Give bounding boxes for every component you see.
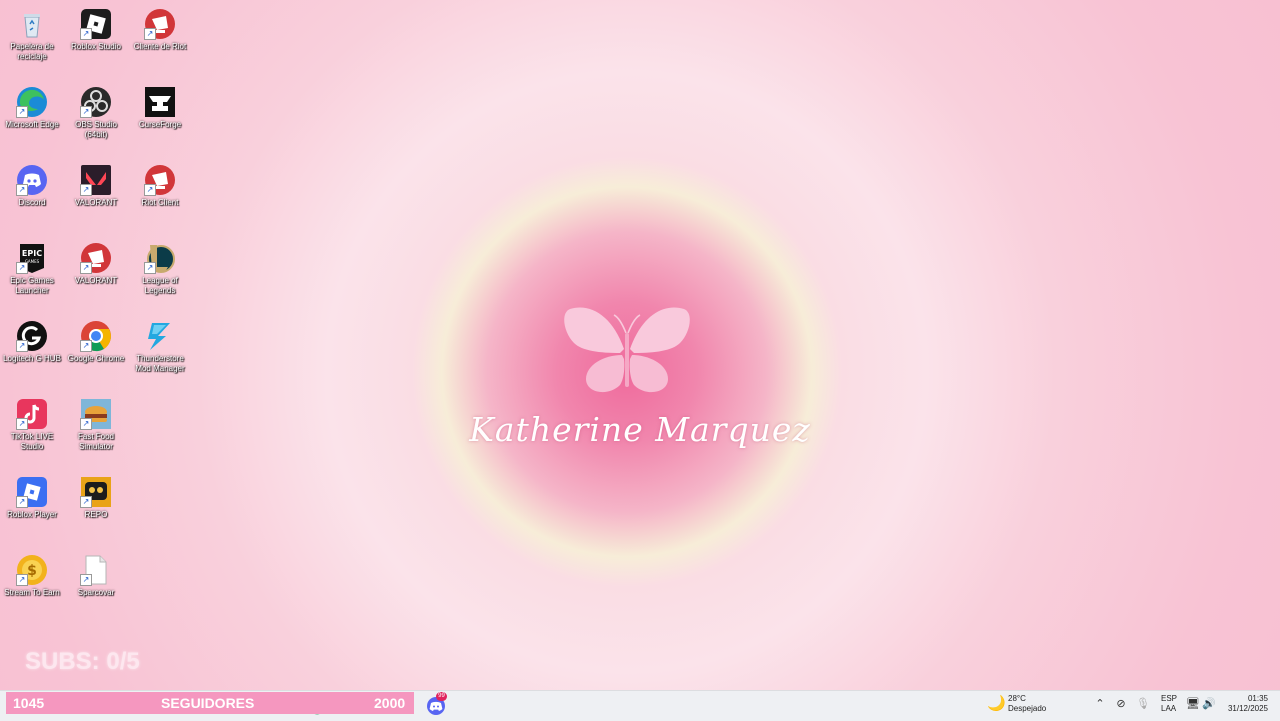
wallpaper-signature: Katherine Marquez: [469, 410, 811, 449]
desktop-icon-label: Papelera de reciclaje: [10, 42, 54, 61]
shortcut-arrow-icon: ↗: [144, 262, 156, 274]
desktop-icon-logitech[interactable]: ↗ Logitech G HUB: [0, 316, 64, 390]
volume-icon[interactable]: 🔊: [1202, 697, 1216, 711]
shortcut-arrow-icon: ↗: [144, 184, 156, 196]
clock-time[interactable]: 01:35: [1226, 694, 1268, 704]
shortcut-arrow-icon: ↗: [80, 106, 92, 118]
desktop-icon-fast-food-simulator[interactable]: ↗ Fast Food Simulator: [64, 394, 128, 468]
desktop-icon-label: Cliente de Riot: [133, 42, 187, 51]
desktop-icon-curseforge[interactable]: CurseForge: [128, 82, 192, 156]
weather-temp[interactable]: 28°C: [1008, 694, 1026, 704]
desktop-icon-label: OBS Studio (64bit): [75, 120, 117, 139]
desktop-icon-label: Sparcovar: [77, 588, 115, 597]
desktop-icon-label: Riot Client: [141, 198, 179, 207]
shortcut-arrow-icon: ↗: [80, 418, 92, 430]
moon-icon: 🌙: [987, 695, 1006, 712]
desktop-icon-label: Stream To Earn: [4, 588, 60, 597]
notification-badge: 99: [436, 692, 447, 701]
desktop-icon-tiktok[interactable]: ↗ TikTok LIVE Studio: [0, 394, 64, 468]
desktop-icon-discord[interactable]: ↗ Discord: [0, 160, 64, 234]
desktop-icon-label: CurseForge: [138, 120, 182, 129]
desktop-icon-edge[interactable]: ↗ Microsoft Edge: [0, 82, 64, 156]
desktop-icon-sparcovar[interactable]: ↗ Sparcovar: [64, 550, 128, 624]
shortcut-arrow-icon: ↗: [80, 184, 92, 196]
shortcut-arrow-icon: ↗: [16, 574, 28, 586]
shortcut-arrow-icon: ↗: [16, 262, 28, 274]
svg-text:$: $: [27, 563, 37, 579]
desktop-icon-label: VALORANT: [74, 198, 118, 207]
curseforge-icon: [144, 86, 176, 118]
desktop-icon-thunderstore[interactable]: Thunderstore Mod Manager: [128, 316, 192, 390]
shortcut-arrow-icon: ↗: [16, 106, 28, 118]
weather-condition[interactable]: Despejado: [1008, 704, 1046, 714]
desktop-icon-label: Discord: [18, 198, 46, 207]
shortcut-arrow-icon: ↗: [16, 340, 28, 352]
desktop: Papelera de reciclaje ↗ Microsoft Edge ↗…: [0, 0, 1280, 690]
recycle-bin-icon: [16, 8, 48, 40]
desktop-icon-label: Google Chrome: [67, 354, 125, 363]
microphone-icon[interactable]: 🎙: [1136, 697, 1150, 711]
desktop-icon-league-of-legends[interactable]: ↗ League of Legends: [128, 238, 192, 312]
desktop-icon-label: Roblox Player: [7, 510, 57, 519]
desktop-icon-label: League of Legends: [142, 276, 178, 295]
clock-date[interactable]: 31/12/2025: [1222, 704, 1268, 714]
network-icon[interactable]: 🖥: [1186, 697, 1200, 711]
desktop-icon-label: TikTok LIVE Studio: [10, 432, 54, 451]
thunderstore-icon: [144, 320, 176, 352]
desktop-icon-label: Logitech G HUB: [3, 354, 61, 363]
desktop-icon-label: VALORANT: [74, 276, 118, 285]
shortcut-arrow-icon: ↗: [16, 496, 28, 508]
butterfly-logo: [564, 307, 690, 393]
shortcut-arrow-icon: ↗: [144, 28, 156, 40]
desktop-icon-label: Epic Games Launcher: [10, 276, 54, 295]
subs-counter: SUBS: 0/5: [25, 648, 140, 675]
shortcut-arrow-icon: ↗: [80, 262, 92, 274]
desktop-icon-epic-games[interactable]: EPIC GAMES ↗ Epic Games Launcher: [0, 238, 64, 312]
desktop-icon-obs[interactable]: ↗ OBS Studio (64bit): [64, 82, 128, 156]
desktop-icon-valorant[interactable]: ↗ VALORANT: [64, 160, 128, 234]
desktop-icon-roblox-studio[interactable]: ↗ Roblox Studio: [64, 4, 128, 78]
shortcut-arrow-icon: ↗: [80, 28, 92, 40]
language-code[interactable]: ESP: [1161, 694, 1177, 704]
svg-text:EPIC: EPIC: [22, 249, 42, 258]
hidden-icons-icon[interactable]: ⊘: [1114, 697, 1128, 711]
shortcut-arrow-icon: ↗: [80, 496, 92, 508]
desktop-icon-roblox-player[interactable]: ↗ Roblox Player: [0, 472, 64, 546]
desktop-icon-label: Microsoft Edge: [5, 120, 59, 129]
desktop-icon-label: Roblox Studio: [71, 42, 121, 51]
desktop-icon-stream-to-earn[interactable]: $ ↗ Stream To Earn: [0, 550, 64, 624]
desktop-icon-label: Thunderstore Mod Manager: [135, 354, 185, 373]
shortcut-arrow-icon: ↗: [80, 340, 92, 352]
shortcut-arrow-icon: ↗: [16, 184, 28, 196]
desktop-icon-label: REPO: [84, 510, 108, 519]
desktop-icon-cliente-de-riot[interactable]: ↗ Cliente de Riot: [128, 4, 192, 78]
shortcut-arrow-icon: ↗: [16, 418, 28, 430]
followers-label: SEGUIDORES: [161, 695, 255, 711]
chevron-up-icon[interactable]: ⌃: [1093, 697, 1107, 711]
followers-goal: 2000: [374, 695, 406, 711]
desktop-icon-riot-client[interactable]: ↗ Riot Client: [128, 160, 192, 234]
shortcut-arrow-icon: ↗: [80, 574, 92, 586]
desktop-icon-chrome[interactable]: ↗ Google Chrome: [64, 316, 128, 390]
followers-count: 1045: [13, 695, 45, 711]
desktop-icon-valorant-riot[interactable]: ↗ VALORANT: [64, 238, 128, 312]
keyboard-layout[interactable]: LAA: [1161, 704, 1176, 714]
desktop-icon-repo[interactable]: ↗ REPO: [64, 472, 128, 546]
desktop-icon-recycle-bin[interactable]: Papelera de reciclaje: [0, 4, 64, 78]
desktop-icon-label: Fast Food Simulator: [77, 432, 114, 451]
